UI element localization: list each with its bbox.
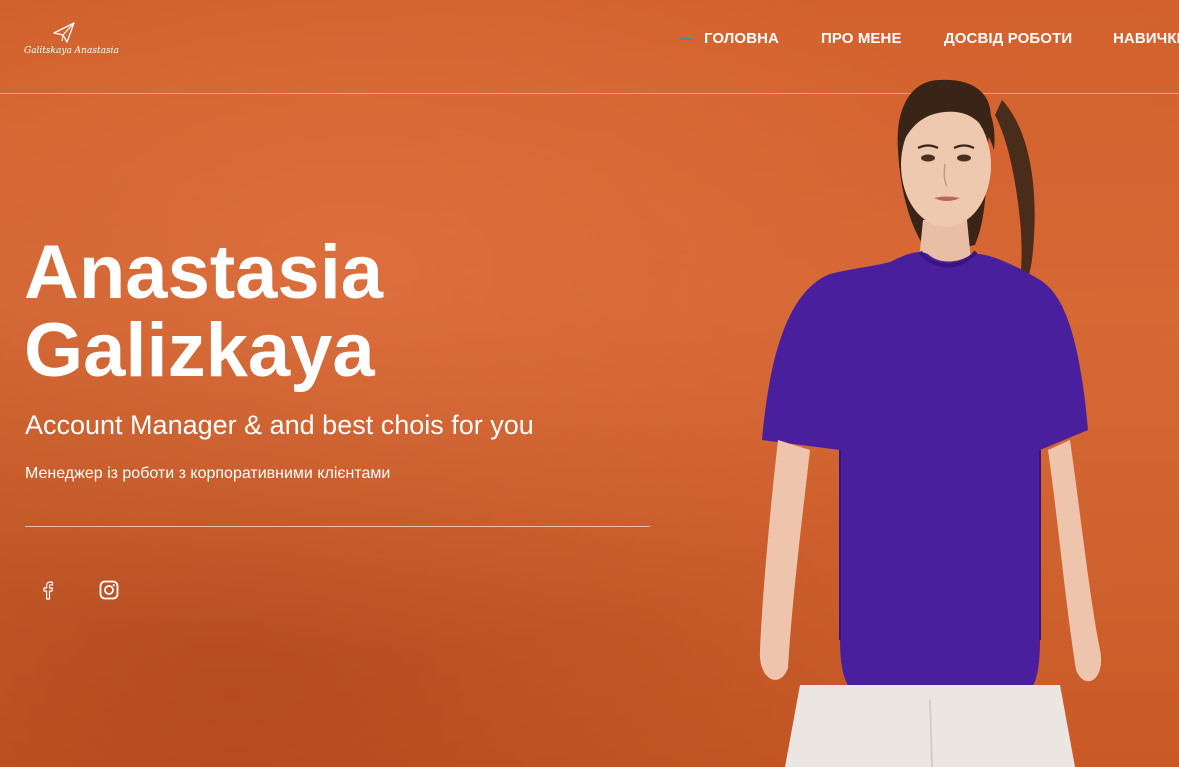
hero-first-name: Anastasia <box>24 230 384 315</box>
portrait-photo <box>759 79 1102 767</box>
hero-role: Account Manager & and best chois for you <box>25 410 534 440</box>
facebook-link[interactable] <box>36 578 60 602</box>
paper-plane-icon <box>53 22 75 43</box>
hero-title: Anastasia Galizkaya <box>24 234 383 390</box>
instagram-icon <box>99 580 119 600</box>
hero-last-name: Galizkaya <box>24 308 375 393</box>
active-nav-indicator <box>680 38 692 40</box>
logo-text: Galitskaya Anastasia <box>24 46 119 56</box>
hero-divider <box>25 526 650 527</box>
facebook-icon <box>43 581 54 600</box>
instagram-link[interactable] <box>97 578 121 602</box>
hero-subtitle: Менеджер із роботи з корпоративними кліє… <box>25 465 391 482</box>
site-logo[interactable]: Galitskaya Anastasia <box>24 22 119 62</box>
